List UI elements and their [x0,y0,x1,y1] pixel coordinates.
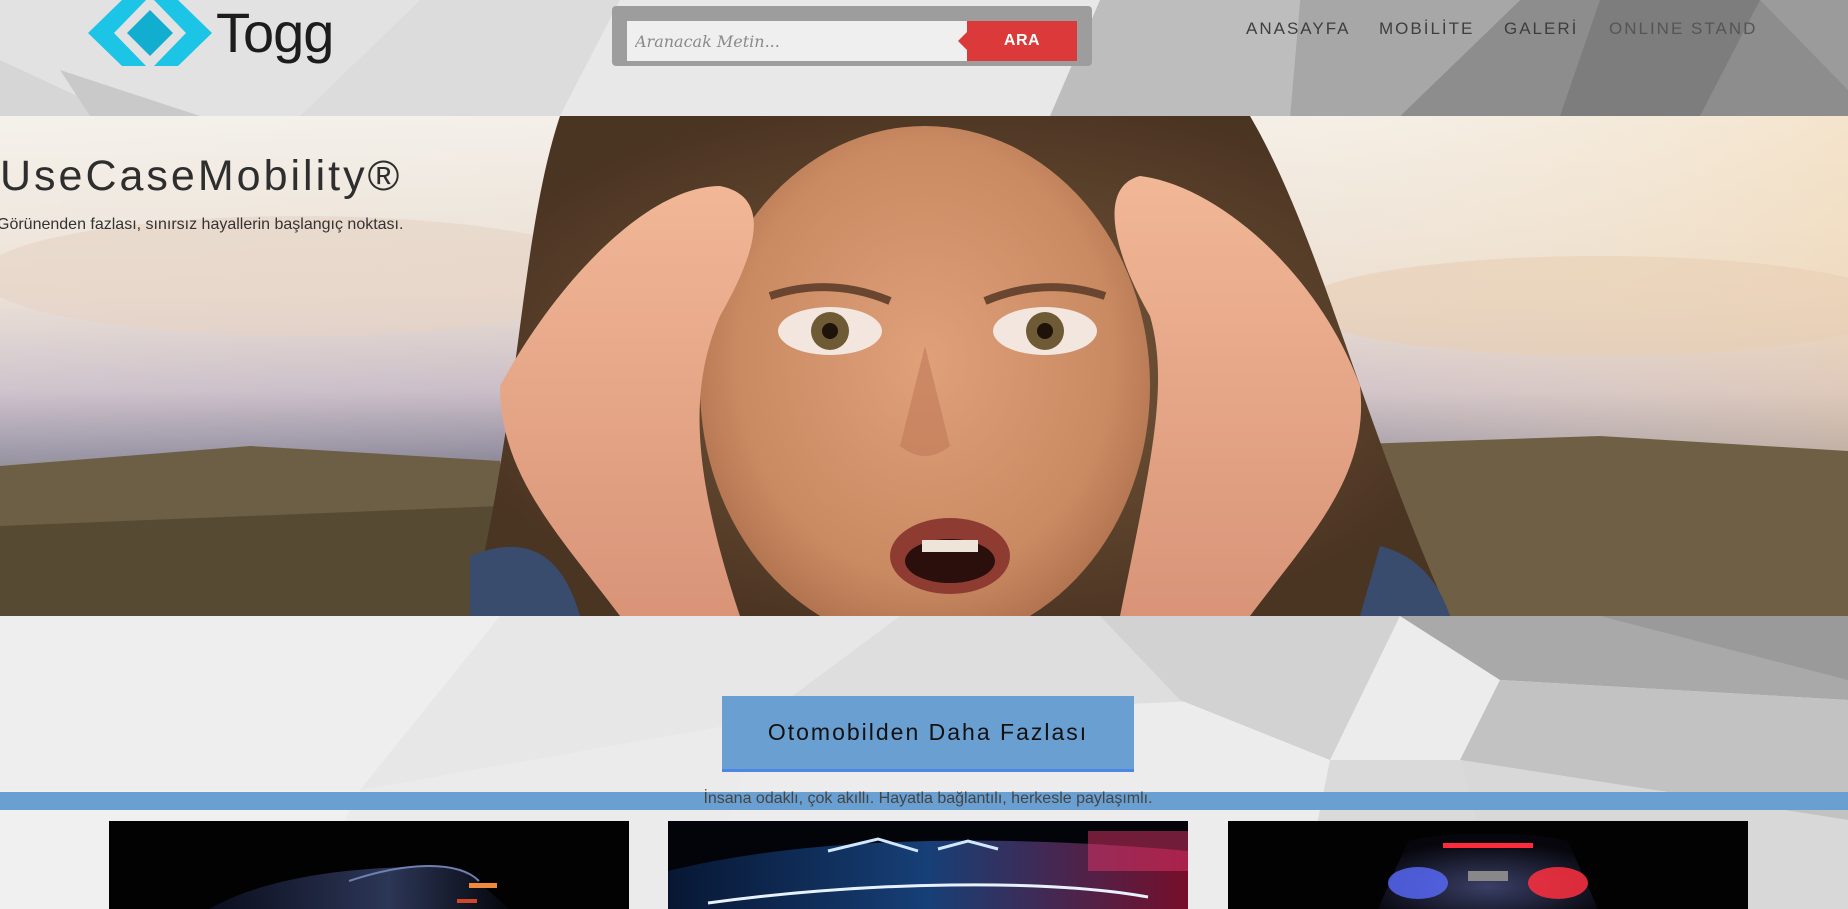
car-lights-photo-icon [668,821,1188,909]
hero-subtitle: Görünenden fazlası, sınırsız hayallerin … [0,216,404,233]
nav-item-galeri[interactable]: GALERİ [1504,19,1578,39]
nav-item-anasayfa[interactable]: ANASAYFA [1246,19,1351,39]
main-nav: ANASAYFA MOBİLİTE GALERİ ONLINE STAND [0,19,1848,43]
gallery-card-3[interactable] [1228,821,1748,909]
gallery-card-2[interactable] [668,821,1188,909]
tagline: İnsana odaklı, çok akıllı. Hayatla bağla… [703,790,1153,807]
hero-banner: UseCaseMobility® Görünenden fazlası, sın… [0,116,1848,616]
nav-item-online-stand[interactable]: ONLINE STAND [1609,19,1757,39]
car-side-photo-icon [109,821,629,909]
more-than-car-button[interactable]: Otomobilden Daha Fazlası [722,696,1134,772]
site-header: Togg ARA ANASAYFA MOBİLİTE GALERİ ONLINE… [0,0,1848,116]
nav-item-mobilite[interactable]: MOBİLİTE [1379,19,1474,39]
gallery-card-1[interactable] [109,821,629,909]
hero-title: UseCaseMobility® [0,152,403,200]
car-rear-photo-icon [1228,821,1748,909]
